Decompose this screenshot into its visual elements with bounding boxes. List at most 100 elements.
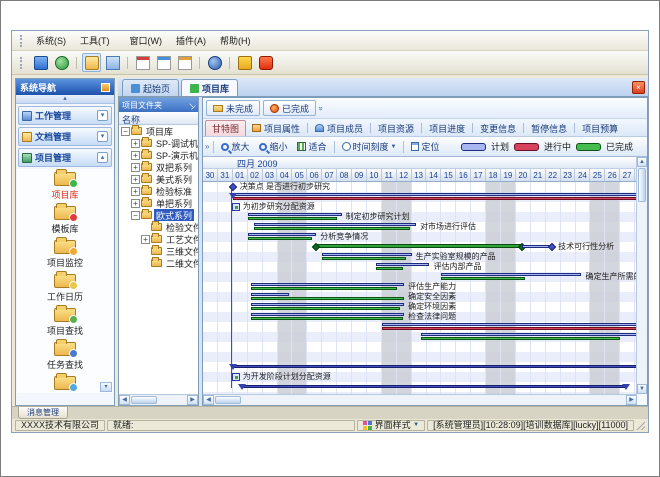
task-done-bar[interactable] xyxy=(251,317,403,320)
task-done-bar[interactable] xyxy=(376,267,403,270)
scroll-right-icon[interactable] xyxy=(626,395,637,405)
task-done-bar[interactable] xyxy=(251,297,404,300)
task-done-bar[interactable] xyxy=(441,277,524,280)
sidebar-item-0[interactable]: 项目库 xyxy=(17,169,113,203)
gantt-tab-4[interactable]: 项目进度 xyxy=(423,120,471,136)
milestone-diamond[interactable] xyxy=(548,243,556,251)
tree-horizontal-scrollbar[interactable] xyxy=(119,394,198,405)
menu-item-1[interactable]: 工具(T) xyxy=(73,34,117,48)
expand-icon[interactable]: + xyxy=(131,151,140,160)
calendar-button[interactable] xyxy=(175,53,194,72)
scroll-down-icon[interactable] xyxy=(637,384,647,394)
task-plan-bar[interactable] xyxy=(251,283,404,286)
filter-button-1[interactable]: 已完成 xyxy=(263,100,316,116)
tree-item-1[interactable]: +SP-调试机系 xyxy=(119,137,198,149)
gantt-tab-5[interactable]: 变更信息 xyxy=(474,120,522,136)
task-plan-bar[interactable] xyxy=(254,223,416,226)
chevron-down-icon[interactable]: ▾ xyxy=(97,110,108,121)
sidebar-item-2[interactable]: 项目监控 xyxy=(17,237,113,271)
doc-tab-0[interactable]: 起始页 xyxy=(122,79,179,96)
gantt-tab-2[interactable]: 项目成员 xyxy=(309,120,369,136)
expand-icon[interactable]: + xyxy=(131,139,140,148)
scrollbar-thumb[interactable] xyxy=(215,396,241,404)
task-plan-bar[interactable] xyxy=(421,333,637,336)
doc-tab-1[interactable]: 项目库 xyxy=(181,79,238,96)
project-progress-bar[interactable] xyxy=(382,327,637,330)
calendar-red-button[interactable] xyxy=(133,53,152,72)
expand-icon[interactable]: + xyxy=(131,199,140,208)
window-layout-button[interactable] xyxy=(103,53,122,72)
summary-tail-bar[interactable] xyxy=(522,245,550,248)
task-plan-bar[interactable] xyxy=(248,233,317,236)
tree-item-3[interactable]: +双把系列 xyxy=(119,161,198,173)
tree-item-6[interactable]: +单把系列 xyxy=(119,197,198,209)
scrollbar-thumb[interactable] xyxy=(131,396,157,404)
task-done-bar[interactable] xyxy=(322,257,405,260)
help-button[interactable] xyxy=(205,53,224,72)
toolbar-overflow-icon[interactable] xyxy=(205,142,209,151)
gantt-tab-3[interactable]: 项目资源 xyxy=(372,120,420,136)
chevron-up-icon[interactable]: ▴ xyxy=(97,152,108,163)
zoom-out-button[interactable]: 缩小 xyxy=(256,139,290,154)
collapse-icon[interactable]: − xyxy=(131,211,140,220)
menu-item-3[interactable]: 插件(A) xyxy=(169,34,213,48)
tree-column-header[interactable]: 名称 xyxy=(119,112,198,125)
tree-item-2[interactable]: +SP-演示机系 xyxy=(119,149,198,161)
ui-style-dropdown[interactable]: 界面样式 xyxy=(357,420,425,431)
message-management-tab[interactable]: 消息管理 xyxy=(18,407,68,419)
close-tab-button[interactable] xyxy=(632,81,645,94)
project-progress-bar[interactable] xyxy=(233,197,637,200)
gantt-tab-1[interactable]: 项目属性 xyxy=(246,120,306,136)
globe-button[interactable] xyxy=(52,53,71,72)
gantt-horizontal-scrollbar[interactable] xyxy=(203,394,637,405)
collapse-icon[interactable]: − xyxy=(121,127,130,136)
project-plan-bar[interactable] xyxy=(233,193,637,196)
menu-item-0[interactable]: 系统(S) xyxy=(29,34,73,48)
task-plan-bar[interactable] xyxy=(251,303,404,306)
lock-button[interactable] xyxy=(235,53,254,72)
task-plan-bar[interactable] xyxy=(248,213,342,216)
zoom-in-button[interactable]: 放大 xyxy=(218,139,252,154)
task-plan-bar[interactable] xyxy=(376,263,430,266)
sidebar-item-3[interactable]: 工作日历 xyxy=(17,271,113,305)
timescale-dropdown[interactable]: 时间刻度 xyxy=(339,139,400,154)
task-done-bar[interactable] xyxy=(421,337,621,340)
tree-item-4[interactable]: +美式系列 xyxy=(119,173,198,185)
scroll-up-icon[interactable] xyxy=(637,157,647,167)
task-plan-bar[interactable] xyxy=(322,253,411,256)
sidebar-section-1[interactable]: 文档管理▾ xyxy=(18,127,112,146)
filter-button-0[interactable]: 未完成 xyxy=(206,100,260,116)
task-done-bar[interactable] xyxy=(248,217,337,220)
task-done-bar[interactable] xyxy=(254,227,410,230)
scroll-right-icon[interactable] xyxy=(187,395,198,405)
project-plan-bar[interactable] xyxy=(382,323,637,326)
sidebar-collapse-strip[interactable] xyxy=(16,95,114,104)
pushpin-icon[interactable] xyxy=(188,101,195,110)
task-done-bar[interactable] xyxy=(251,287,397,290)
tree-item-8[interactable]: 检验文件 xyxy=(119,221,198,233)
scroll-left-icon[interactable] xyxy=(203,395,214,405)
gantt-vertical-scrollbar[interactable] xyxy=(636,157,647,394)
sidebar-scroll-down-button[interactable] xyxy=(100,382,112,392)
task-plan-bar[interactable] xyxy=(441,273,581,276)
expand-icon[interactable]: + xyxy=(131,175,140,184)
summary-done-bar[interactable] xyxy=(316,244,522,248)
task-done-bar[interactable] xyxy=(251,307,400,310)
gantt-tab-0[interactable]: 甘特图 xyxy=(205,120,246,136)
tree-item-5[interactable]: +检验标准 xyxy=(119,185,198,197)
resize-grip[interactable] xyxy=(636,421,645,430)
summary-bar[interactable] xyxy=(233,365,637,368)
fit-button[interactable]: 适合 xyxy=(294,139,329,154)
tree-item-11[interactable]: 二维文件 xyxy=(119,257,198,269)
expand-icon[interactable]: + xyxy=(131,187,140,196)
tree-item-7[interactable]: −欧式系列 xyxy=(119,209,198,221)
assignment-marker[interactable] xyxy=(232,203,240,211)
sidebar-item-6[interactable]: 项目文档查找 xyxy=(17,373,113,393)
sidebar-item-1[interactable]: 模板库 xyxy=(17,203,113,237)
tree-item-10[interactable]: 三维文件 xyxy=(119,245,198,257)
expand-icon[interactable]: + xyxy=(141,235,150,244)
chart-button[interactable] xyxy=(154,53,173,72)
gantt-tab-7[interactable]: 项目预算 xyxy=(576,120,624,136)
sidebar-item-4[interactable]: 项目查找 xyxy=(17,305,113,339)
sidebar-section-2[interactable]: 项目管理▴ xyxy=(18,148,112,167)
